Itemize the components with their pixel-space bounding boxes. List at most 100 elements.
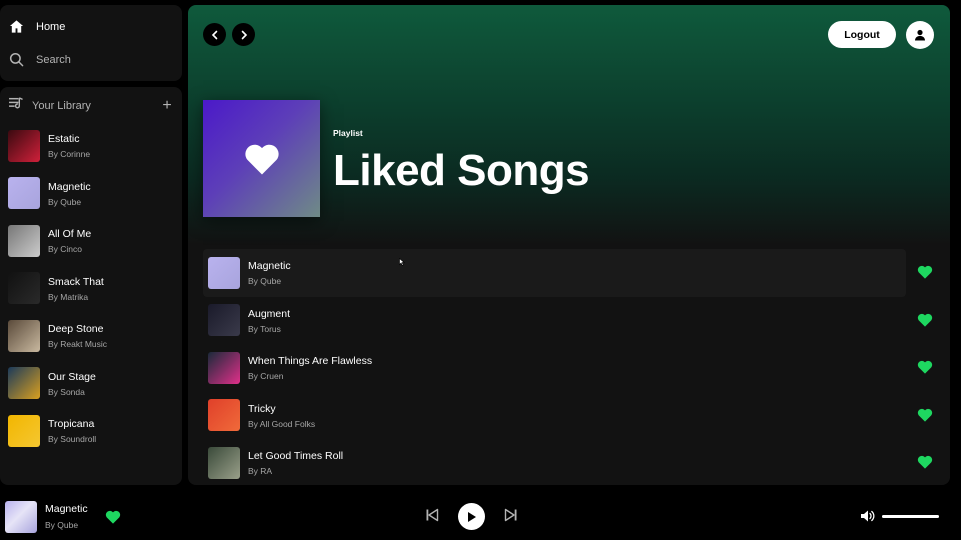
library-item-artist: By Matrika bbox=[48, 291, 89, 302]
track-artist: By All Good Folks bbox=[248, 418, 316, 429]
play-icon bbox=[468, 511, 476, 522]
library-item-title: Our Stage bbox=[48, 370, 96, 383]
volume-icon[interactable] bbox=[860, 509, 875, 523]
track-artist: By RA bbox=[248, 466, 273, 477]
library-item-title: Estatic bbox=[48, 133, 80, 146]
track-artist: By Torus bbox=[248, 323, 281, 334]
library-item-title: Magnetic bbox=[48, 180, 91, 193]
library-item-artist: By Qube bbox=[48, 196, 82, 207]
track-title: Tricky bbox=[248, 402, 276, 415]
album-art bbox=[8, 224, 40, 257]
logout-button[interactable]: Logout bbox=[828, 21, 896, 48]
library-item[interactable]: Smack That By Matrika bbox=[8, 265, 178, 313]
library-item-title: All Of Me bbox=[48, 228, 92, 241]
album-art bbox=[208, 351, 240, 384]
library-item-meta: Tropicana By Soundroll bbox=[48, 417, 96, 444]
track-title: Augment bbox=[248, 307, 291, 320]
back-button[interactable] bbox=[203, 23, 226, 46]
now-playing-title[interactable]: Magnetic bbox=[45, 503, 88, 515]
track-title: Magnetic bbox=[248, 260, 291, 273]
liked-heart-icon[interactable] bbox=[917, 264, 933, 280]
heart-icon bbox=[244, 144, 279, 174]
library-item[interactable]: Estatic By Corinne bbox=[8, 122, 178, 170]
main-panel: Logout Playlist Liked Songs Magnetic By Q… bbox=[188, 5, 950, 485]
skip-back-icon[interactable] bbox=[425, 508, 439, 522]
search-icon bbox=[9, 52, 24, 67]
track-meta: When Things Are Flawless By Cruen bbox=[248, 354, 372, 381]
nav-search[interactable]: Search bbox=[9, 52, 71, 67]
now-playing-art bbox=[5, 501, 37, 533]
track-row[interactable]: Magnetic By Qube bbox=[203, 249, 933, 297]
nav-home[interactable]: Home bbox=[9, 19, 65, 34]
playlist-title: Liked Songs bbox=[333, 146, 590, 195]
liked-heart-icon[interactable] bbox=[917, 359, 933, 375]
library-item-artist: By Sonda bbox=[48, 386, 85, 397]
library-list: Estatic By Corinne Magnetic By Qube All Of M… bbox=[8, 122, 178, 455]
user-icon bbox=[915, 29, 925, 41]
album-art bbox=[208, 399, 240, 432]
track-meta: Let Good Times Roll By RA bbox=[248, 449, 343, 476]
library-panel: Your Library + Estatic By Corinne Magnetic… bbox=[0, 87, 182, 485]
nav-search-label: Search bbox=[36, 53, 71, 66]
track-meta: Augment By Torus bbox=[248, 307, 290, 334]
library-item-title: Tropicana bbox=[48, 418, 95, 431]
forward-button[interactable] bbox=[232, 23, 255, 46]
track-row[interactable]: Let Good Times Roll By RA bbox=[203, 439, 943, 485]
track-row[interactable]: When Things Are Flawless By Cruen bbox=[203, 344, 943, 392]
track-list: Magnetic By Qube Augment By Torus When Thing… bbox=[203, 249, 943, 485]
album-art bbox=[8, 129, 40, 162]
player-bar: Magnetic By Qube bbox=[0, 490, 961, 540]
library-item-artist: By Reakt Music bbox=[48, 339, 108, 350]
home-icon bbox=[9, 19, 24, 34]
library-item[interactable]: Tropicana By Soundroll bbox=[8, 407, 178, 455]
album-art bbox=[8, 272, 40, 305]
volume-slider[interactable] bbox=[882, 515, 939, 518]
library-item[interactable]: Our Stage By Sonda bbox=[8, 360, 178, 408]
liked-heart-icon[interactable] bbox=[917, 407, 933, 423]
library-item-title: Deep Stone bbox=[48, 323, 104, 336]
liked-heart-icon[interactable] bbox=[917, 454, 933, 470]
nav-home-label: Home bbox=[36, 20, 66, 33]
library-title[interactable]: Your Library bbox=[32, 100, 160, 112]
album-art bbox=[208, 304, 240, 337]
album-art bbox=[8, 414, 40, 447]
nav-panel: Home Search bbox=[0, 5, 182, 81]
library-item-artist: By Cinco bbox=[48, 244, 83, 255]
liked-heart-icon[interactable] bbox=[917, 312, 933, 328]
library-header: Your Library + bbox=[9, 97, 174, 114]
library-item-artist: By Corinne bbox=[48, 149, 91, 160]
track-artist: By Cruen bbox=[248, 371, 284, 382]
library-item-meta: Our Stage By Sonda bbox=[48, 370, 96, 397]
library-item-title: Smack That bbox=[48, 275, 104, 288]
track-title: Let Good Times Roll bbox=[248, 450, 344, 463]
library-item-meta: Estatic By Corinne bbox=[48, 132, 90, 159]
album-art bbox=[8, 177, 40, 210]
user-button[interactable] bbox=[906, 21, 934, 49]
track-row[interactable]: Tricky By All Good Folks bbox=[203, 392, 943, 440]
liked-heart-icon[interactable] bbox=[105, 509, 121, 525]
library-item-meta: Smack That By Matrika bbox=[48, 275, 104, 302]
album-art bbox=[208, 446, 240, 479]
track-artist: By Qube bbox=[248, 276, 282, 287]
add-icon[interactable]: + bbox=[160, 97, 174, 113]
track-meta: Magnetic By Qube bbox=[248, 259, 291, 286]
track-meta: Tricky By All Good Folks bbox=[248, 402, 315, 429]
library-item-meta: Deep Stone By Reakt Music bbox=[48, 322, 107, 349]
skip-forward-icon[interactable] bbox=[504, 508, 518, 522]
album-art bbox=[8, 367, 40, 400]
library-item-meta: Magnetic By Qube bbox=[48, 180, 91, 207]
play-button[interactable] bbox=[458, 503, 485, 530]
cursor-icon bbox=[399, 258, 405, 266]
library-item[interactable]: Magnetic By Qube bbox=[8, 170, 178, 218]
now-playing-artist[interactable]: By Qube bbox=[45, 520, 78, 530]
track-row[interactable]: Augment By Torus bbox=[203, 297, 943, 345]
library-icon bbox=[9, 97, 24, 114]
chevron-right-icon bbox=[241, 30, 247, 39]
library-item-artist: By Soundroll bbox=[48, 434, 97, 445]
library-item-meta: All Of Me By Cinco bbox=[48, 227, 91, 254]
chevron-left-icon bbox=[211, 30, 217, 39]
volume-fill bbox=[882, 515, 939, 518]
library-item[interactable]: All Of Me By Cinco bbox=[8, 217, 178, 265]
library-item[interactable]: Deep Stone By Reakt Music bbox=[8, 312, 178, 360]
album-art bbox=[8, 319, 40, 352]
